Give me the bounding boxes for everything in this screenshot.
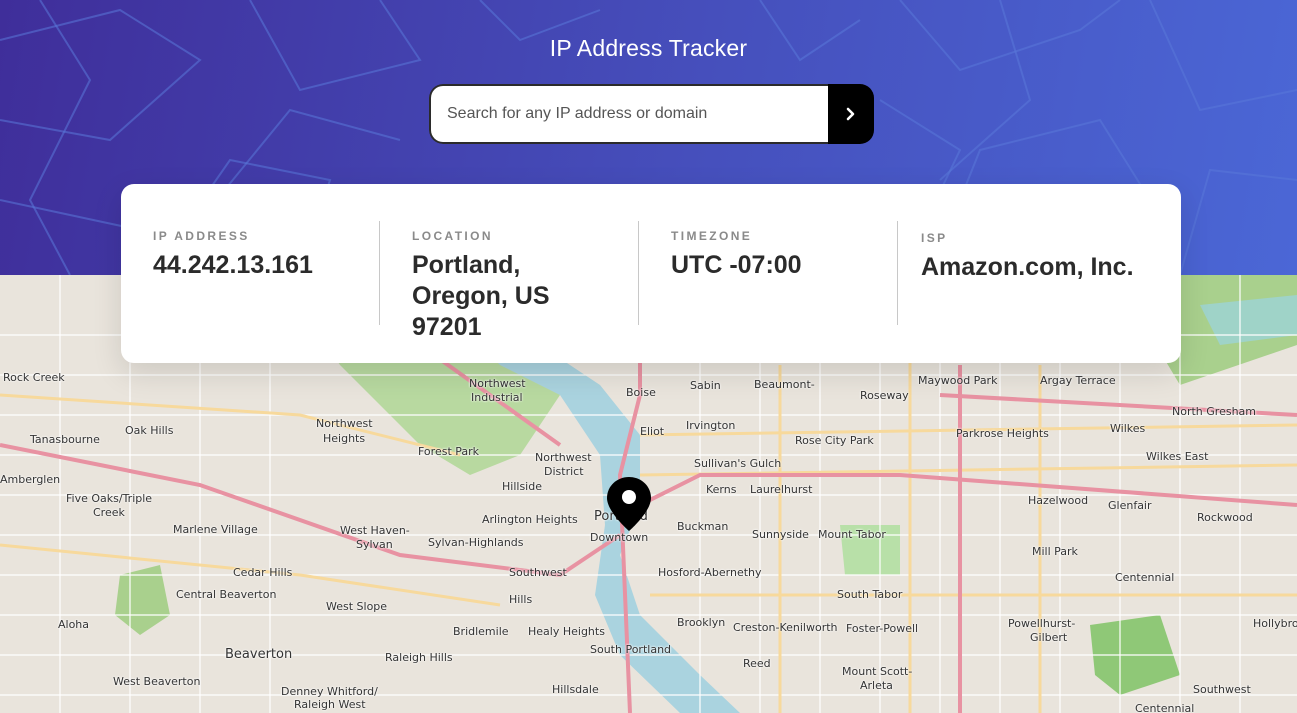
map-label: South Portland: [590, 643, 672, 656]
map-label: Hills: [509, 593, 533, 606]
map-label: District: [544, 465, 584, 478]
search-form: [429, 84, 874, 144]
divider: [379, 221, 380, 325]
map-label: Rockwood: [1197, 511, 1253, 524]
ip-address-section: IP ADDRESS 44.242.13.161: [153, 184, 373, 363]
map-label: Southwest: [1193, 683, 1251, 696]
map-label: Wilkes East: [1146, 450, 1209, 463]
map-label: Raleigh West: [294, 698, 366, 711]
map-label: Foster-Powell: [846, 622, 919, 635]
map-label: Hillsdale: [552, 683, 599, 696]
map-label: West Beaverton: [113, 675, 201, 688]
map-label: Centennial: [1115, 571, 1175, 584]
map-label: Marlene Village: [173, 523, 258, 536]
map-label: Sunnyside: [752, 528, 809, 541]
ip-tracker-page: IP Address Tracker Search for any IP add…: [0, 0, 1297, 713]
map-label: Hosford-Abernethy: [658, 566, 762, 579]
map-label: Centennial: [1135, 702, 1195, 713]
map-label: Hazelwood: [1028, 494, 1089, 507]
map-label: Mount Tabor: [818, 528, 886, 541]
map-label: Mill Park: [1032, 545, 1078, 558]
map-label: Beaverton: [225, 647, 293, 662]
isp-section: ISP Amazon.com, Inc.: [921, 184, 1171, 363]
map-label: Eliot: [640, 425, 665, 438]
map-label: Kerns: [706, 483, 737, 496]
divider: [638, 221, 639, 325]
map-label: Bridlemile: [453, 625, 509, 638]
map-label: Reed: [743, 657, 771, 670]
map-label: Glenfair: [1108, 499, 1152, 512]
map-label: Laurelhurst: [750, 483, 813, 496]
map-label: Sullivan's Gulch: [694, 457, 782, 470]
search-input[interactable]: [429, 84, 828, 144]
map-label: Hollybro: [1253, 617, 1297, 630]
info-card: IP ADDRESS 44.242.13.161 LOCATION Portla…: [121, 184, 1181, 363]
map-label: Northwest: [535, 451, 592, 464]
map-label: Arlington Heights: [482, 513, 578, 526]
map-label: Raleigh Hills: [385, 651, 453, 664]
map-label: Creek: [93, 506, 125, 519]
map-label: Mount Scott-: [842, 665, 913, 678]
map-label: Northwest: [316, 417, 373, 430]
map-label: Roseway: [860, 389, 909, 402]
map-label: Five Oaks/Triple: [66, 492, 153, 505]
map-label: Heights: [323, 432, 366, 445]
location-value: Portland, Oregon, US 97201: [412, 251, 550, 341]
map-label: Wilkes: [1110, 422, 1146, 435]
map-label: Aloha: [58, 618, 90, 631]
map-label: Brooklyn: [677, 616, 726, 629]
location-section: LOCATION Portland, Oregon, US 97201: [412, 184, 627, 363]
map-label: Oak Hills: [125, 424, 174, 437]
timezone-label: TIMEZONE: [671, 229, 753, 243]
map-label: Powellhurst-: [1008, 617, 1076, 630]
ip-address-value: 44.242.13.161: [153, 251, 313, 279]
map-label: Boise: [626, 386, 656, 399]
timezone-value: UTC -07:00: [671, 251, 802, 279]
map-label: Forest Park: [418, 445, 480, 458]
map-label: Creston-Kenilworth: [733, 621, 838, 634]
map-label: West Haven-: [340, 524, 410, 537]
map-label: Healy Heights: [528, 625, 605, 638]
map-label: Sabin: [690, 379, 721, 392]
map-label: Maywood Park: [918, 374, 998, 387]
map-label: Gilbert: [1030, 631, 1068, 644]
map-label: Sylvan-Highlands: [428, 536, 524, 549]
chevron-right-icon: [846, 107, 855, 121]
divider: [897, 221, 898, 325]
isp-label: ISP: [921, 231, 948, 245]
map-label: Parkrose Heights: [956, 427, 1049, 440]
location-pin-icon[interactable]: [606, 476, 652, 536]
isp-value: Amazon.com, Inc.: [921, 253, 1134, 281]
map-label: Beaumont-: [754, 378, 815, 391]
map-label: Central Beaverton: [176, 588, 277, 601]
map-label: West Slope: [326, 600, 388, 613]
map-label: Tanasbourne: [30, 433, 100, 446]
map-label: Southwest: [509, 566, 567, 579]
map-label: Irvington: [686, 419, 736, 432]
map-label: Argay Terrace: [1040, 374, 1116, 387]
map-label: Denney Whitford/: [281, 685, 378, 698]
location-label: LOCATION: [412, 229, 493, 243]
page-title: IP Address Tracker: [549, 35, 748, 61]
map-label: Buckman: [677, 520, 729, 533]
map-label: Industrial: [471, 391, 523, 404]
map-label: Sylvan: [356, 538, 393, 551]
timezone-section: TIMEZONE UTC -07:00: [671, 184, 886, 363]
map-label: Amberglen: [0, 473, 61, 486]
map-label: Northwest: [469, 377, 526, 390]
ip-address-label: IP ADDRESS: [153, 229, 250, 243]
map-label: Hillside: [502, 480, 542, 493]
map-label: Cedar Hills: [233, 566, 293, 579]
map-label: Rock Creek: [3, 371, 65, 384]
search-submit-button[interactable]: [828, 84, 874, 144]
map-label: Rose City Park: [795, 434, 874, 447]
map-label: South Tabor: [837, 588, 903, 601]
map-label: Arleta: [860, 679, 893, 692]
map-label: North Gresham: [1172, 405, 1256, 418]
